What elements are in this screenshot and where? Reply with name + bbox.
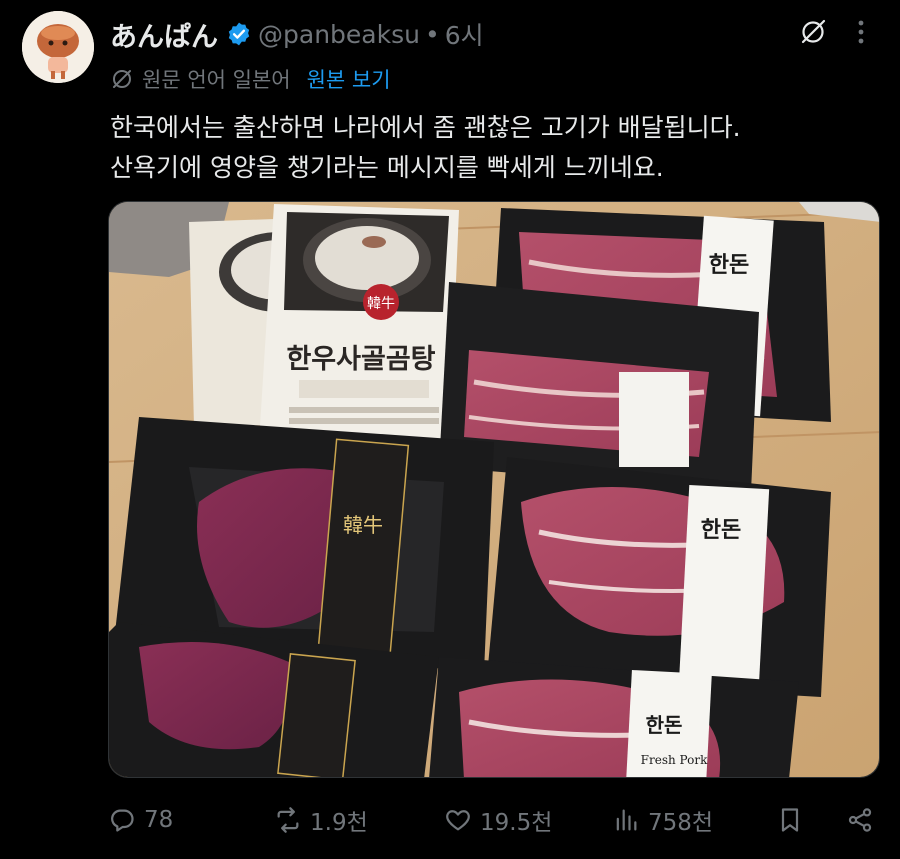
separator-dot: • <box>424 19 440 49</box>
beef-sleeve-text: 韓牛 <box>343 513 383 537</box>
meat-packages-photo: 韓牛 한우사골곰탕 한돈 韓牛 한돈 한돈 Fresh Pork <box>109 202 879 777</box>
share-button[interactable] <box>846 796 882 844</box>
like-button[interactable]: 19.5천 <box>444 796 552 844</box>
reply-count: 78 <box>144 807 174 833</box>
reply-icon <box>111 809 134 832</box>
author-avatar[interactable] <box>22 11 94 83</box>
grok-icon-button[interactable] <box>797 16 829 48</box>
heart-icon <box>446 810 470 831</box>
translation-row: 원문 언어 일본어 원본 보기 <box>110 63 391 95</box>
pork-brand-text-2: 한돈 <box>701 518 741 543</box>
verified-badge-icon <box>228 22 250 46</box>
display-name[interactable]: あんぱん <box>110 15 218 54</box>
tweet-text-line: 한국에서는 출산하면 나라에서 좀 괜찮은 고기가 배달됩니다. <box>110 113 741 142</box>
repost-icon <box>277 807 299 833</box>
show-original-link[interactable]: 원본 보기 <box>307 64 391 94</box>
repost-count: 1.9천 <box>310 810 368 836</box>
reply-button[interactable]: 78 <box>108 796 173 844</box>
bookmark-icon <box>781 808 799 832</box>
soup-pouch-front: 韓牛 한우사골곰탕 <box>259 204 459 447</box>
share-icon <box>848 808 872 832</box>
like-count: 19.5천 <box>480 810 553 836</box>
tweet-text-line: 산욕기에 영양을 챙기라는 메시지를 빡세게 느끼네요. <box>110 153 664 182</box>
pork-brand-text-3: 한돈 <box>646 713 683 737</box>
tweet-photo[interactable]: 韓牛 한우사골곰탕 한돈 韓牛 한돈 한돈 Fresh Pork <box>108 201 880 778</box>
original-language-note: 원문 언어 일본어 <box>142 68 291 92</box>
pork-label-text: Fresh Pork <box>641 753 708 767</box>
pork-tray-third: 한돈 <box>487 457 831 697</box>
tweet-header: あんぱん @panbeaksu • 6시 <box>110 15 484 54</box>
soup-brand-text: 한우사골곰탕 <box>286 344 435 375</box>
repost-button[interactable]: 1.9천 <box>274 796 368 844</box>
bookmark-button[interactable] <box>776 796 812 844</box>
tweet-action-bar: 78 1.9천 19.5천 758천 <box>0 796 900 844</box>
views-count: 758천 <box>648 810 714 836</box>
views-chart-icon <box>616 809 637 831</box>
grok-icon <box>801 19 826 44</box>
post-time[interactable]: 6시 <box>445 16 484 52</box>
author-handle[interactable]: @panbeaksu <box>258 20 420 49</box>
soup-badge-text: 韓牛 <box>367 296 395 312</box>
more-options-button[interactable] <box>845 16 877 48</box>
views-button[interactable]: 758천 <box>612 796 713 844</box>
tweet-text: 한국에서는 출산하면 나라에서 좀 괜찮은 고기가 배달됩니다. 산욕기에 영양… <box>110 108 880 188</box>
translate-icon <box>113 70 131 88</box>
pork-brand-text: 한돈 <box>709 253 749 278</box>
anpan-character-icon <box>22 11 94 83</box>
more-vertical-icon <box>858 20 864 44</box>
